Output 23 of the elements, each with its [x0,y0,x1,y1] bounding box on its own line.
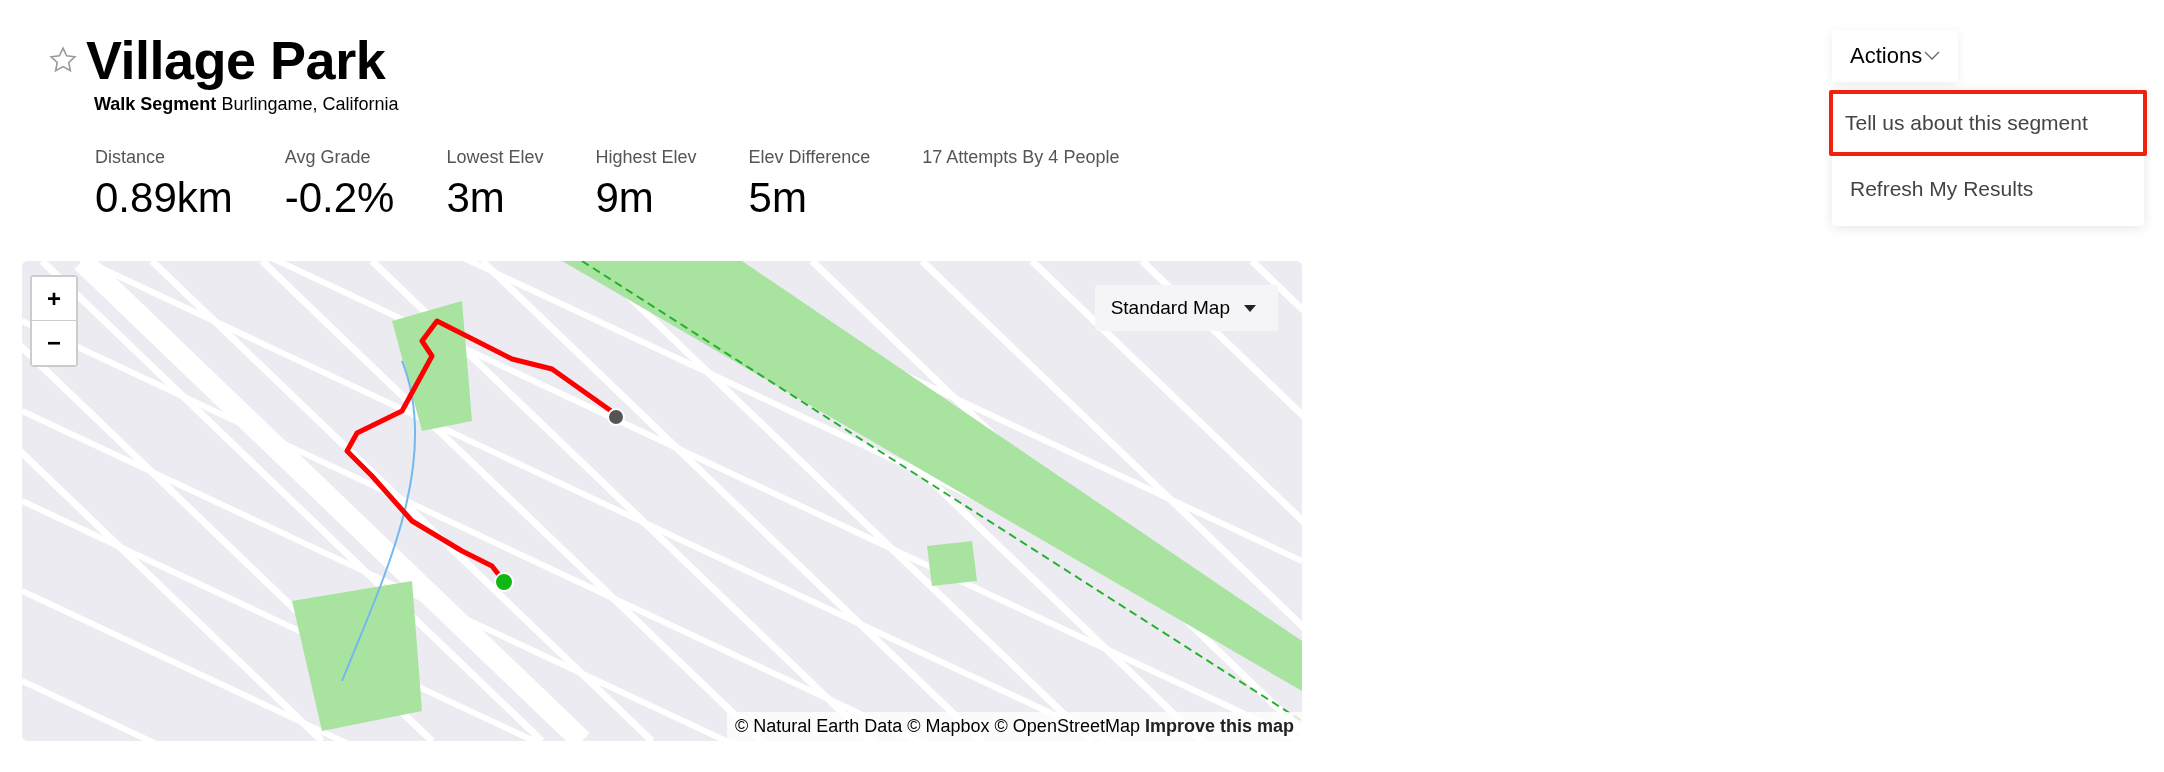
stat-label: 17 Attempts By 4 People [922,147,1120,168]
zoom-in-button[interactable]: + [32,277,76,321]
stat-value: 9m [595,174,655,222]
stat-value: 3m [446,174,506,222]
map-style-dropdown[interactable]: Standard Map [1094,285,1278,331]
stat-label: Distance [95,147,167,168]
star-icon[interactable] [48,45,78,75]
segment-subtitle: Walk Segment Burlingame, California [94,94,400,115]
menu-item[interactable]: Tell us about this segment [1829,90,2147,156]
stat-value: 5m [748,174,808,222]
map-attribution: © Natural Earth Data © Mapbox © OpenStreetMap Improve this map [726,712,1302,741]
menu-item[interactable]: Refresh My Results [1832,156,2144,222]
actions-button[interactable]: Actions [1832,30,1959,82]
stat-label: Elev Difference [748,147,871,168]
chevron-icon [1924,51,1941,61]
caret-icon [1244,304,1256,312]
stat-label: Lowest Elev [446,147,544,168]
stat-value: -0.2% [284,174,395,222]
stat-value: 0.89km [95,174,233,222]
stat-label: Highest Elev [595,147,697,168]
segment-title: Village Park [86,30,386,90]
stat-label: Avg Grade [284,147,372,168]
improve-map-link[interactable]: Improve this map [1144,716,1294,736]
